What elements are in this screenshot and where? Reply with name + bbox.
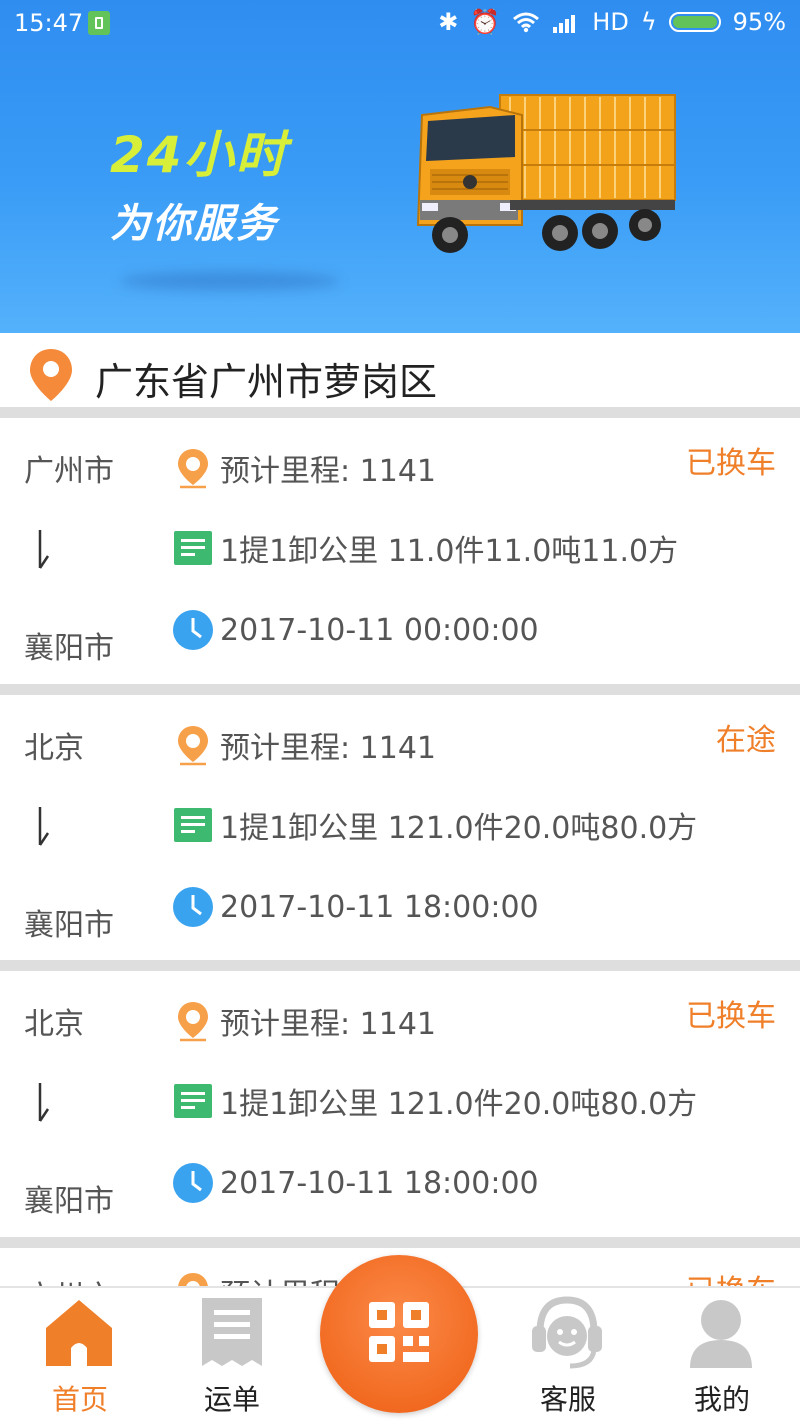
order-status: 已换车 — [686, 999, 776, 1034]
qr-scan-icon — [369, 1302, 429, 1362]
time-row: 2017-10-11 18:00:00 — [172, 1161, 539, 1205]
time-row: 2017-10-11 18:00:00 — [172, 885, 539, 929]
mileage-pin-icon — [178, 449, 208, 489]
origin-city: 北京 — [24, 1007, 84, 1042]
mileage-text: 预计里程: 1141 — [220, 731, 436, 766]
destination-city: 襄阳市 — [24, 631, 114, 666]
promo-banner[interactable]: 15:47 ✱ ⏰ HD ϟ 95% 24小时 为你服务 — [0, 0, 800, 333]
order-status: 已换车 — [686, 446, 776, 481]
status-bar: 15:47 ✱ ⏰ HD ϟ 95% — [0, 0, 800, 46]
bluetooth-icon: ✱ — [438, 8, 459, 36]
mileage-row: 预计里程: 1141 — [172, 723, 436, 767]
nav-waybill-label: 运单 — [203, 1383, 260, 1416]
battery-icon — [668, 12, 721, 32]
order-status: 已换车 — [686, 1266, 776, 1286]
slogan-line1: 24小时 — [110, 126, 288, 184]
cargo-text: 1提1卸公里 121.0件20.0吨80.0方 — [220, 811, 698, 846]
profile-icon — [690, 1300, 752, 1368]
wifi-icon — [513, 12, 540, 33]
network-type: HD — [592, 8, 629, 36]
nav-waybill[interactable]: 运单 — [152, 1288, 312, 1424]
mileage-row: 预计里程: 1141 — [172, 999, 436, 1043]
down-arrow-icon — [38, 807, 50, 846]
clock-icon — [173, 887, 213, 927]
nav-profile[interactable]: 我的 — [642, 1288, 800, 1424]
mileage-row: 预计里程: 1141 — [172, 446, 436, 490]
cargo-text: 1提1卸公里 121.0件20.0吨80.0方 — [220, 1087, 698, 1122]
clock-icon — [173, 1163, 213, 1203]
clock-icon — [173, 610, 213, 650]
divider — [0, 684, 800, 695]
time-row: 2017-10-11 00:00:00 — [172, 608, 539, 652]
current-address: 广东省广州市萝岗区 — [95, 360, 438, 404]
nav-home[interactable]: 首页 — [0, 1288, 160, 1424]
down-arrow-icon — [38, 530, 50, 569]
order-card[interactable]: 北京 襄阳市 在途 预计里程: 1141 1提1卸公里 121.0件20.0吨8… — [0, 695, 800, 961]
battery-saver-icon — [88, 11, 110, 35]
pickup-time: 2017-10-11 18:00:00 — [220, 1165, 539, 1201]
mileage-pin-icon — [178, 726, 208, 766]
location-bar[interactable]: 广东省广州市萝岗区 — [0, 333, 800, 407]
pickup-time: 2017-10-11 00:00:00 — [220, 612, 539, 648]
charging-icon: ϟ — [640, 8, 657, 36]
divider — [0, 407, 800, 418]
cargo-row: 1提1卸公里 121.0件20.0吨80.0方 — [172, 803, 697, 847]
nav-customer-service-label: 客服 — [539, 1383, 596, 1416]
cargo-text: 1提1卸公里 11.0件11.0吨11.0方 — [220, 534, 679, 569]
mileage-text: 预计里程 — [220, 1270, 340, 1286]
nav-customer-service[interactable]: 客服 — [488, 1288, 648, 1424]
origin-city: 广州市 — [24, 454, 114, 489]
cargo-row: 1提1卸公里 11.0件11.0吨11.0方 — [172, 526, 678, 570]
nav-home-label: 首页 — [51, 1383, 108, 1416]
slogan-line2: 为你服务 — [110, 201, 278, 247]
battery-percent: 95% — [732, 8, 786, 36]
mileage-pin-icon — [178, 1002, 208, 1042]
banner-slogan: 24小时 为你服务 — [110, 115, 288, 249]
location-pin-icon — [30, 349, 72, 401]
nav-profile-label: 我的 — [693, 1383, 750, 1416]
destination-city: 襄阳市 — [24, 908, 114, 943]
document-icon — [174, 808, 212, 842]
origin-city: 广州市 — [24, 1272, 114, 1286]
document-icon — [174, 1084, 212, 1118]
status-time: 15:47 — [14, 9, 84, 37]
order-card[interactable]: 广州市 襄阳市 已换车 预计里程: 1141 1提1卸公里 11.0件11.0吨… — [0, 418, 800, 684]
pickup-time: 2017-10-11 18:00:00 — [220, 889, 539, 925]
banner-shadow — [120, 272, 340, 290]
mileage-pin-icon — [178, 1273, 208, 1286]
down-arrow-icon — [38, 1083, 50, 1122]
divider — [0, 1237, 800, 1248]
divider — [0, 960, 800, 971]
destination-city: 襄阳市 — [24, 1184, 114, 1219]
mileage-text: 预计里程: 1141 — [220, 1007, 436, 1042]
waybill-icon — [202, 1298, 262, 1366]
document-icon — [174, 531, 212, 565]
truck-image — [416, 94, 676, 253]
mileage-text: 预计里程: 1141 — [220, 454, 436, 489]
alarm-icon: ⏰ — [470, 8, 501, 36]
cargo-row: 1提1卸公里 121.0件20.0吨80.0方 — [172, 1079, 697, 1123]
signal-icon — [553, 15, 576, 33]
home-icon — [46, 1300, 112, 1366]
origin-city: 北京 — [24, 731, 84, 766]
order-status: 在途 — [716, 723, 776, 758]
scan-qr-button[interactable] — [320, 1255, 478, 1413]
order-card[interactable]: 北京 襄阳市 已换车 预计里程: 1141 1提1卸公里 121.0件20.0吨… — [0, 971, 800, 1237]
customer-service-icon — [532, 1296, 602, 1369]
mileage-row: 预计里程 — [172, 1270, 340, 1286]
